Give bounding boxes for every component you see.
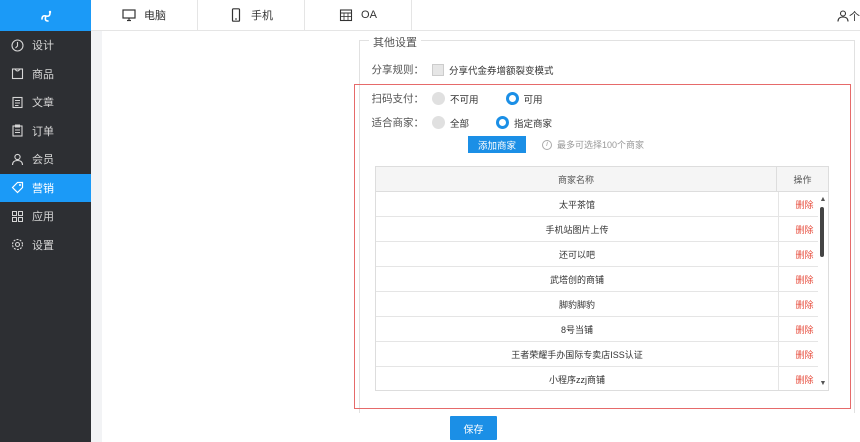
monitor-icon bbox=[122, 8, 136, 22]
radio-unchecked bbox=[432, 92, 445, 105]
share-rule-row: 分享规则： 分享代金券增额裂变模式 bbox=[364, 62, 554, 77]
radio-checked bbox=[505, 92, 519, 105]
radio-label: 不可用 bbox=[450, 94, 479, 106]
scan-pay-label: 扫码支付： bbox=[371, 93, 425, 105]
app-logo[interactable] bbox=[0, 0, 91, 31]
merchant-name-cell: 王者荣耀手办国际专卖店ISS认证 bbox=[376, 342, 779, 366]
sidebar-item-label: 文章 bbox=[32, 97, 54, 110]
table-row: 8号当铺 删除 bbox=[376, 317, 828, 342]
sidebar-item-label: 应用 bbox=[32, 211, 54, 224]
table-row: 还可以吧 删除 bbox=[376, 242, 828, 267]
radio-unchecked bbox=[432, 116, 445, 129]
table-row: 脚豹脚豹 删除 bbox=[376, 292, 828, 317]
sidebar-item-6[interactable]: 应用 bbox=[0, 202, 91, 231]
sidebar-item-label: 设置 bbox=[32, 239, 54, 252]
table-row: 武塔创的商铺 删除 bbox=[376, 267, 828, 292]
table-header: 商家名称 操作 bbox=[376, 167, 828, 192]
merchants-row: 适合商家： 全部 指定商家 bbox=[364, 115, 579, 130]
merchants-all-radio[interactable]: 全部 bbox=[432, 116, 469, 130]
radio-label: 可用 bbox=[523, 94, 543, 106]
goods-icon bbox=[11, 67, 24, 80]
radio-checked bbox=[496, 116, 510, 129]
tab-oa-label: OA bbox=[361, 9, 377, 21]
sidebar-item-1[interactable]: 商品 bbox=[0, 60, 91, 89]
tab-mobile-label: 手机 bbox=[251, 10, 273, 22]
info-icon: i bbox=[542, 139, 553, 150]
table-row: 小程序zzj商铺 删除 bbox=[376, 367, 828, 390]
tab-desktop-label: 电脑 bbox=[144, 10, 166, 22]
scroll-thumb[interactable] bbox=[820, 207, 824, 257]
scan-pay-unavailable-radio[interactable]: 不可用 bbox=[432, 92, 479, 106]
merchant-name-cell: 太平茶馆 bbox=[376, 192, 779, 216]
apps-icon bbox=[11, 210, 24, 223]
save-button[interactable]: 保存 bbox=[450, 416, 497, 440]
user-icon bbox=[837, 10, 849, 22]
merchant-name-cell: 8号当铺 bbox=[376, 317, 779, 341]
sidebar-item-4[interactable]: 会员 bbox=[0, 145, 91, 174]
sidebar-item-2[interactable]: 文章 bbox=[0, 88, 91, 117]
calendar-grid-icon bbox=[339, 8, 353, 22]
table-row: 太平茶馆 删除 bbox=[376, 192, 828, 217]
scan-pay-row: 扫码支付： 不可用 可用 bbox=[364, 91, 570, 106]
share-mode-checkbox[interactable] bbox=[432, 63, 444, 76]
table-body: 太平茶馆 删除 手机站图片上传 删除 还可以吧 删除 武塔创的商铺 删除 脚豹脚豹 删除 8号当铺删… bbox=[376, 192, 828, 390]
sidebar-item-label: 会员 bbox=[32, 154, 54, 167]
top-bar: 电脑 手机 OA 个 bbox=[91, 0, 860, 31]
sidebar: 设计商品文章订单会员营销应用设置 bbox=[0, 0, 91, 442]
order-icon bbox=[11, 124, 24, 137]
radio-label: 全部 bbox=[450, 118, 470, 130]
merchant-name-cell: 脚豹脚豹 bbox=[376, 292, 779, 316]
sidebar-item-label: 营销 bbox=[32, 182, 54, 195]
user-name: 个 bbox=[849, 11, 860, 23]
radio-label: 指定商家 bbox=[514, 118, 553, 130]
phone-icon bbox=[229, 8, 243, 22]
scroll-up-icon[interactable]: ▲ bbox=[819, 195, 827, 203]
merchant-name-cell: 还可以吧 bbox=[376, 242, 779, 266]
logo-icon bbox=[40, 10, 51, 22]
add-merchant-button[interactable]: 添加商家 bbox=[468, 136, 527, 153]
header-action: 操作 bbox=[793, 174, 812, 185]
design-icon bbox=[11, 39, 24, 52]
sidebar-item-5[interactable]: 营销 bbox=[0, 173, 91, 202]
table-scrollbar[interactable]: ▲ ▼ bbox=[818, 192, 828, 390]
tab-mobile[interactable]: 手机 bbox=[198, 0, 305, 30]
share-mode-label: 分享代金券增额裂变模式 bbox=[449, 65, 554, 77]
section-legend: 其他设置 bbox=[369, 34, 421, 50]
tag-icon bbox=[11, 181, 24, 194]
scan-pay-available-radio[interactable]: 可用 bbox=[505, 92, 543, 106]
share-rule-label: 分享规则： bbox=[371, 64, 425, 76]
table-row: 王者荣耀手办国际专卖店ISS认证 删除 bbox=[376, 342, 828, 367]
member-icon bbox=[11, 153, 24, 166]
sidebar-item-3[interactable]: 订单 bbox=[0, 117, 91, 146]
gear-icon bbox=[11, 238, 24, 251]
sidebar-item-7[interactable]: 设置 bbox=[0, 231, 91, 260]
sidebar-item-0[interactable]: 设计 bbox=[0, 31, 91, 60]
merchant-name-cell: 手机站图片上传 bbox=[376, 217, 779, 241]
merchants-label: 适合商家： bbox=[371, 117, 425, 129]
hint-text: 最多可选择100个商家 bbox=[557, 140, 645, 150]
sidebar-item-label: 订单 bbox=[32, 125, 54, 138]
merchant-limit-hint: i 最多可选择100个商家 bbox=[542, 138, 644, 151]
main-content: 其他设置 分享规则： 分享代金券增额裂变模式 扫码支付： 不可用 可用 适合商家… bbox=[102, 31, 860, 442]
sidebar-item-label: 设计 bbox=[32, 40, 54, 53]
tab-desktop[interactable]: 电脑 bbox=[91, 0, 198, 30]
add-merchant-row: 添加商家 i 最多可选择100个商家 bbox=[468, 136, 644, 153]
header-merchant-name: 商家名称 bbox=[376, 167, 777, 191]
article-icon bbox=[11, 96, 24, 109]
merchant-table: 商家名称 操作 太平茶馆 删除 手机站图片上传 删除 还可以吧 删除 武塔创的商铺 删除 脚豹脚… bbox=[375, 166, 829, 391]
scroll-down-icon[interactable]: ▼ bbox=[819, 379, 827, 387]
tab-oa[interactable]: OA bbox=[305, 0, 412, 30]
sidebar-item-label: 商品 bbox=[32, 68, 54, 81]
merchant-name-cell: 武塔创的商铺 bbox=[376, 267, 779, 291]
merchant-name-cell: 小程序zzj商铺 bbox=[376, 367, 779, 390]
merchants-specified-radio[interactable]: 指定商家 bbox=[496, 116, 552, 130]
user-menu[interactable]: 个 bbox=[837, 8, 860, 24]
table-row: 手机站图片上传 删除 bbox=[376, 217, 828, 242]
